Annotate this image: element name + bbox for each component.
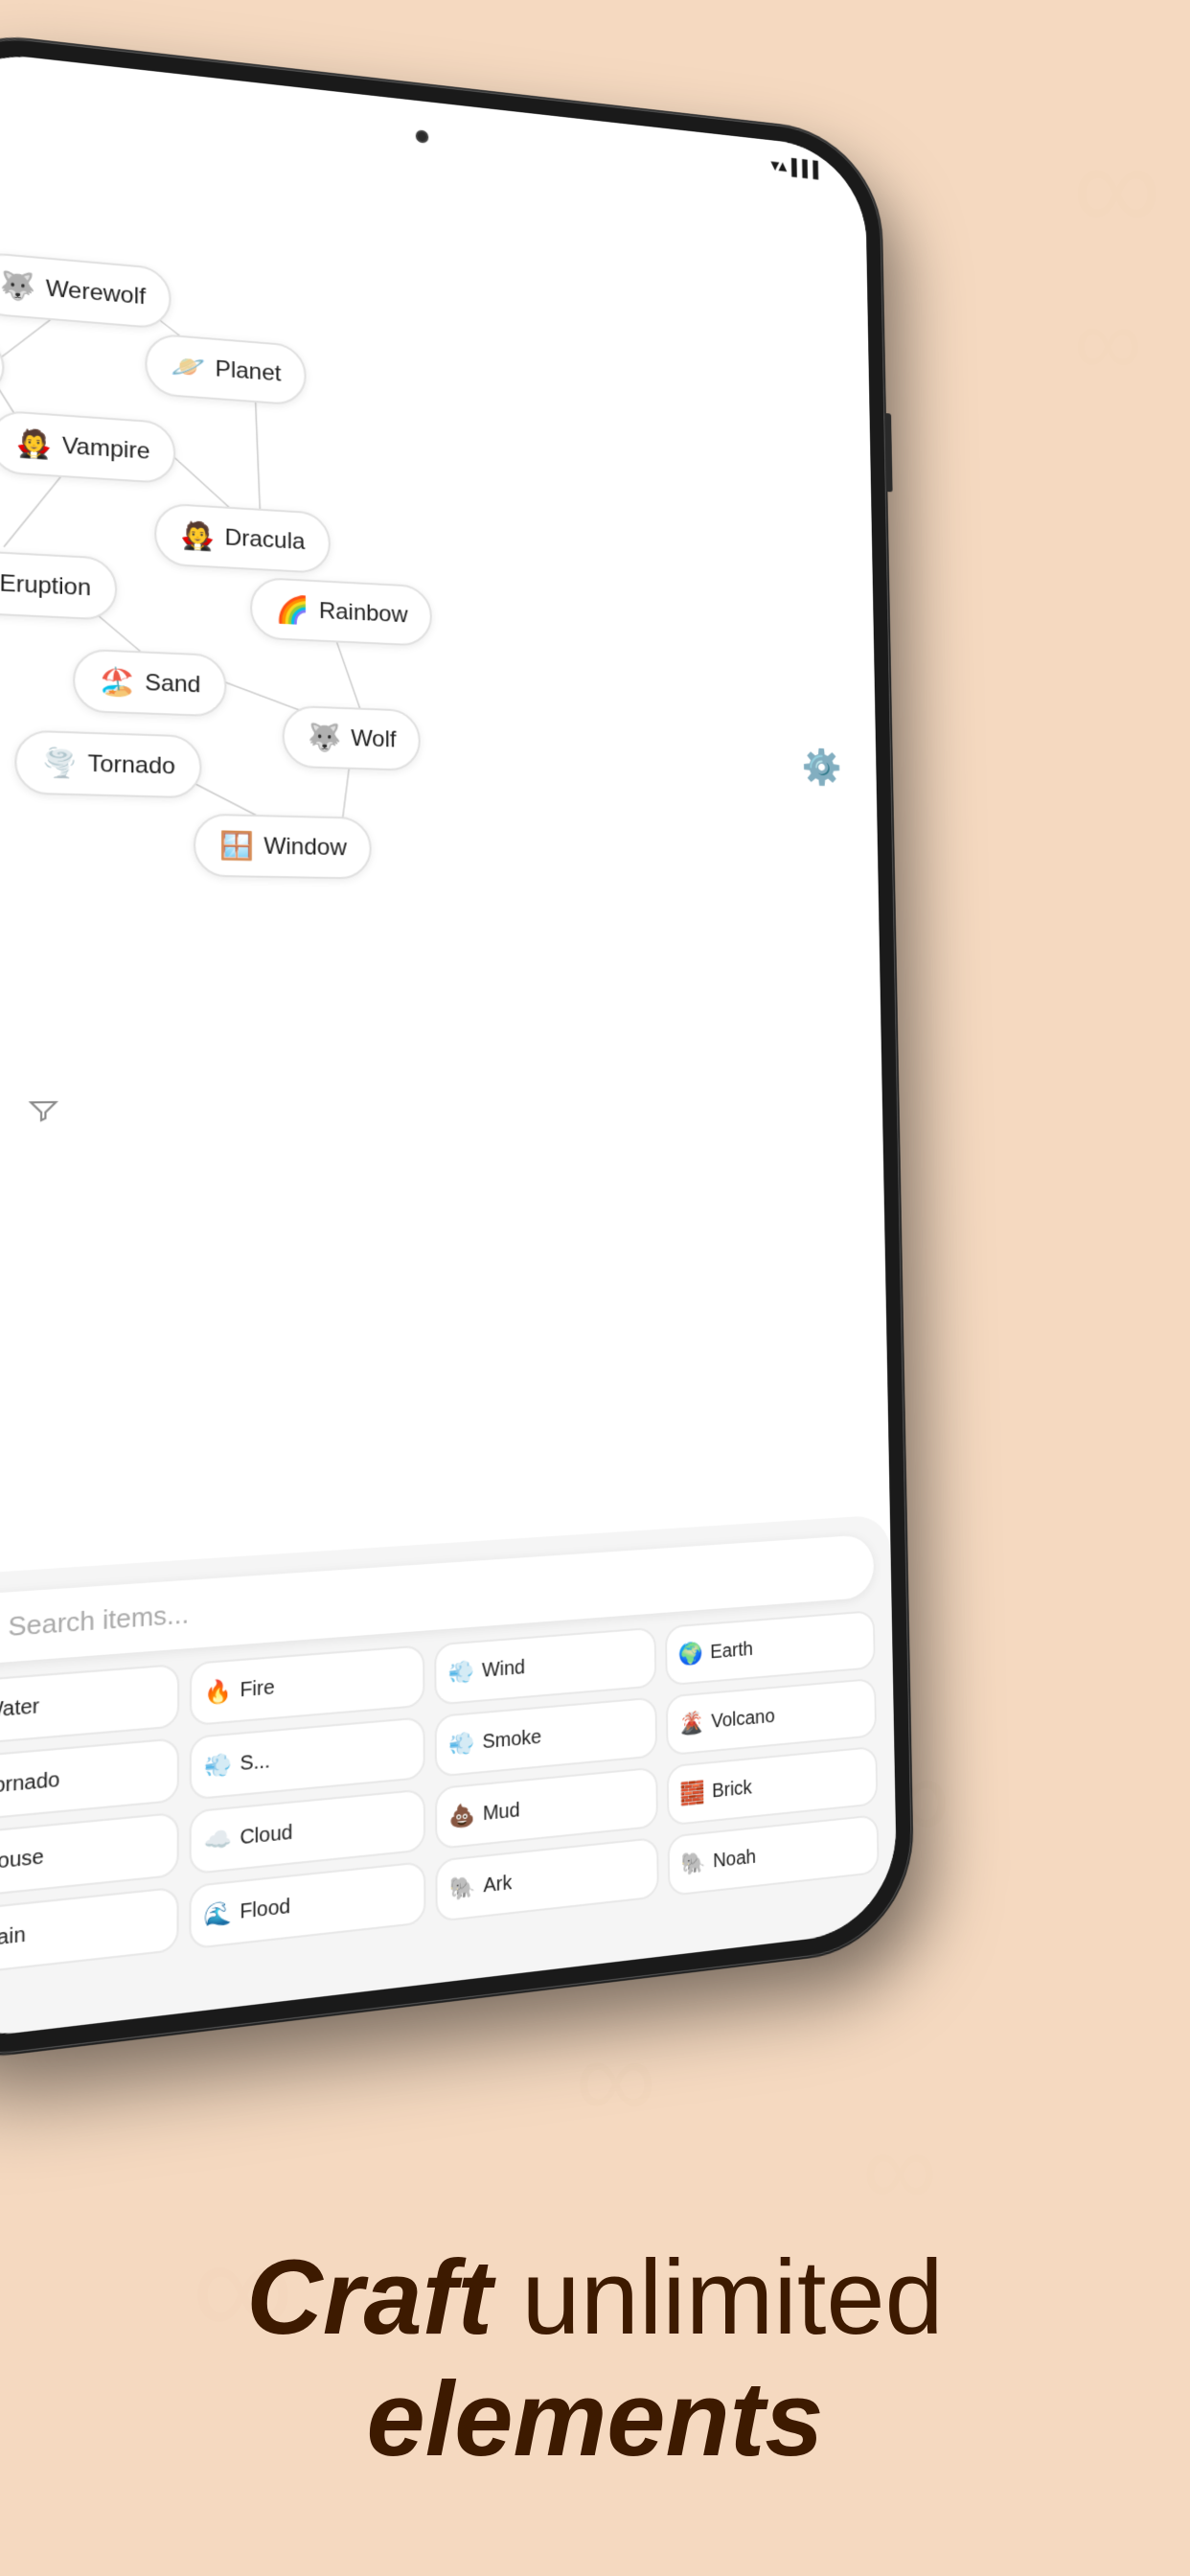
node-dracula[interactable]: 🧛 Dracula bbox=[154, 502, 330, 574]
item-flood[interactable]: 🌊 Flood bbox=[189, 1861, 425, 1950]
item-cloud[interactable]: ☁️ Cloud bbox=[189, 1788, 425, 1874]
item-tornado[interactable]: 🌪️ Tornado bbox=[0, 1737, 179, 1825]
search-input[interactable]: Search items... bbox=[8, 1598, 189, 1644]
item-brick[interactable]: 🧱 Brick bbox=[667, 1746, 879, 1827]
connection-lines bbox=[0, 104, 882, 1147]
craft-canvas[interactable]: 🐺 Werewolf Dust 🪐 Planet 🧛 Vampire 🧛 Dra bbox=[0, 104, 882, 1147]
node-rainbow[interactable]: 🌈 Rainbow bbox=[250, 577, 432, 647]
items-grid: 💧 Water 🔥 Fire 💨 Wind 🌍 Earth bbox=[0, 1610, 880, 1979]
node-planet[interactable]: 🪐 Planet bbox=[145, 333, 306, 406]
power-button bbox=[884, 413, 892, 492]
gear-icon[interactable]: ⚙️ bbox=[802, 748, 843, 789]
node-wolf[interactable]: 🐺 Wolf bbox=[283, 705, 422, 771]
tagline-bold: Craft bbox=[246, 2239, 492, 2357]
item-wind[interactable]: 💨 Wind bbox=[434, 1627, 656, 1706]
items-panel: 🔍 Search items... 💧 Water 🔥 Fire bbox=[0, 1514, 898, 2046]
item-ark[interactable]: 🐘 Ark bbox=[435, 1837, 658, 1922]
item-rain[interactable]: 🌧️ Rain bbox=[0, 1886, 179, 1978]
camera bbox=[416, 129, 429, 144]
item-earth[interactable]: 🌍 Earth bbox=[665, 1610, 876, 1686]
wifi-icon: ▾▴ bbox=[771, 156, 787, 176]
node-dust[interactable]: Dust bbox=[0, 331, 5, 397]
item-water[interactable]: 💧 Water bbox=[0, 1664, 179, 1748]
item-noah[interactable]: 🐘 Noah bbox=[668, 1814, 880, 1897]
filter-button[interactable] bbox=[18, 1086, 69, 1135]
item-smoke[interactable]: 💨 Smoke bbox=[435, 1696, 657, 1778]
phone-screen: ▾▴ ▌▌▌ bbox=[0, 46, 898, 2046]
item-volcano[interactable]: 🌋 Volcano bbox=[666, 1678, 877, 1757]
signal-bars: ▌▌▌ bbox=[791, 158, 824, 180]
node-sand[interactable]: 🏖️ Sand bbox=[73, 648, 226, 717]
node-eruption[interactable]: 🌋 Eruption bbox=[0, 547, 118, 621]
tagline-section: Craft unlimited elements bbox=[0, 2238, 1190, 2480]
node-werewolf[interactable]: 🐺 Werewolf bbox=[0, 251, 172, 330]
item-mud[interactable]: 💩 Mud bbox=[435, 1766, 658, 1850]
node-window[interactable]: 🪟 Window bbox=[194, 814, 372, 880]
phone-device: ▾▴ ▌▌▌ bbox=[0, 26, 913, 2067]
tagline-line2: elements bbox=[77, 2359, 1113, 2481]
tagline-line1: Craft unlimited bbox=[77, 2238, 1113, 2359]
item-s[interactable]: 💨 S... bbox=[190, 1716, 425, 1801]
node-vampire[interactable]: 🧛 Vampire bbox=[0, 409, 176, 484]
tagline-rest: unlimited bbox=[492, 2239, 944, 2357]
item-fire[interactable]: 🔥 Fire bbox=[190, 1644, 425, 1726]
node-tornado[interactable]: 🌪️ Tornado bbox=[14, 729, 201, 798]
